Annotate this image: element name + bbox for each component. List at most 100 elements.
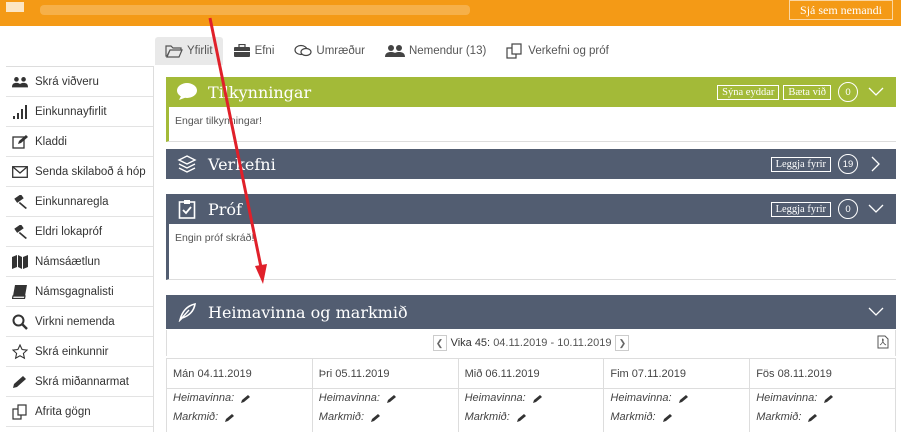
- star-icon: [12, 343, 28, 360]
- goal-row: Markmið:: [459, 408, 604, 427]
- users-icon: [384, 45, 405, 57]
- tab-label: Yfirlit: [187, 45, 213, 57]
- assignments-panel-header[interactable]: Verkefni Leggja fyrir 19: [166, 149, 896, 179]
- show-deleted-button[interactable]: Sýna eyddar: [717, 84, 780, 100]
- sidebar-item-label: Senda skilaboð á hóp: [35, 165, 146, 178]
- goal-row: Markmið:: [604, 408, 749, 427]
- sidebar-item-older-finals[interactable]: Eldri lokapróf: [6, 217, 153, 247]
- count-badge: 19: [838, 154, 858, 174]
- sidebar-item-label: Einkunnaregla: [35, 195, 109, 208]
- copy-icon: [12, 403, 28, 420]
- add-announcement-button[interactable]: Bæta við: [783, 84, 831, 100]
- chevron-down-icon[interactable]: [868, 201, 884, 217]
- sidebar-item-copy-data[interactable]: Afrita gögn: [6, 397, 153, 427]
- copy-icon: [506, 43, 522, 59]
- homework-row: Heimavinna:: [167, 389, 312, 408]
- tab-label: Umræður: [316, 45, 365, 57]
- goal-label: Markmið:: [756, 411, 802, 423]
- logo[interactable]: [6, 2, 24, 12]
- sidebar-item-grade-overview[interactable]: Einkunnayfirlit: [6, 97, 153, 127]
- assign-button[interactable]: Leggja fyrir: [770, 201, 831, 217]
- sidebar-item-register[interactable]: Kladdi: [6, 127, 153, 157]
- top-bar: Sjá sem nemandi: [0, 0, 901, 26]
- next-week-button[interactable]: ❯: [615, 335, 630, 351]
- feather-icon: [176, 301, 198, 323]
- blurred-header-text: [40, 5, 470, 15]
- assign-button[interactable]: Leggja fyrir: [770, 156, 831, 172]
- bar-chart-icon: [12, 104, 28, 120]
- panel-title: Tilkynningar: [208, 82, 312, 102]
- sidebar-item-enter-grades[interactable]: Skrá einkunnir: [6, 337, 153, 367]
- announcements-panel-header: Tilkynningar Sýna eyddar Bæta við 0: [166, 77, 896, 107]
- previous-week-button[interactable]: ❮: [432, 335, 447, 351]
- sidebar-item-grading-rule[interactable]: Einkunnaregla: [6, 187, 153, 217]
- tab-material[interactable]: Efni: [223, 37, 285, 65]
- chevron-down-icon[interactable]: [868, 304, 884, 320]
- day-header: Mán 04.11.2019: [167, 359, 312, 389]
- exams-panel-header[interactable]: Próf Leggja fyrir 0: [166, 194, 896, 224]
- envelope-icon: [12, 164, 28, 180]
- book-icon: [12, 284, 28, 300]
- sidebar-item-student-activity[interactable]: Virkni nemenda: [6, 307, 153, 337]
- sidebar: Skrá viðveru Einkunnayfirlit Kladdi Send…: [6, 66, 154, 432]
- sidebar-item-label: Kladdi: [35, 135, 67, 148]
- announcements-panel-body: Engar tilkynningar!: [166, 107, 896, 142]
- pencil-icon[interactable]: [532, 394, 542, 404]
- homework-label: Heimavinna:: [173, 392, 235, 404]
- day-header: Fös 08.11.2019: [750, 359, 895, 389]
- goal-row: Markmið:: [167, 408, 312, 427]
- sidebar-item-label: Námsgagnalisti: [35, 285, 114, 298]
- map-icon: [12, 254, 28, 270]
- day-column: Fös 08.11.2019 Heimavinna: Markmið:: [750, 358, 896, 432]
- gavel-icon: [12, 224, 28, 240]
- chat-bubble-icon: [176, 81, 198, 103]
- pdf-icon[interactable]: [877, 335, 889, 352]
- day-header: Þri 05.11.2019: [312, 359, 458, 389]
- week-range: 04.11.2019 - 10.11.2019: [493, 337, 612, 349]
- view-as-student-button[interactable]: Sjá sem nemandi: [789, 0, 893, 20]
- day-column: Mán 04.11.2019 Heimavinna: Markmið:: [167, 358, 313, 432]
- sidebar-item-attendance[interactable]: Skrá viðveru: [6, 67, 153, 97]
- homework-row: Heimavinna:: [313, 389, 458, 408]
- day-column: Fim 07.11.2019 Heimavinna: Markmið:: [604, 358, 751, 432]
- pencil-icon[interactable]: [240, 394, 251, 404]
- sidebar-item-label: Virkni nemenda: [35, 315, 115, 328]
- goal-label: Markmið:: [318, 411, 365, 423]
- tab-overview[interactable]: Yfirlit: [155, 37, 223, 65]
- sidebar-item-materials-list[interactable]: Námsgagnalisti: [6, 277, 153, 307]
- pencil-icon[interactable]: [662, 413, 672, 423]
- homework-row: Heimavinna:: [750, 389, 895, 408]
- tab-students[interactable]: Nemendur (13): [375, 37, 496, 65]
- day-column: Mið 06.11.2019 Heimavinna: Markmið:: [458, 358, 605, 432]
- count-badge: 0: [838, 82, 858, 102]
- pencil-icon[interactable]: [224, 413, 235, 423]
- sidebar-item-send-message[interactable]: Senda skilaboð á hóp: [6, 157, 153, 187]
- sidebar-item-study-plan[interactable]: Námsáætlun: [6, 247, 153, 277]
- panel-title: Verkefni: [208, 154, 276, 174]
- homework-panel-header[interactable]: Heimavinna og markmið: [166, 295, 896, 329]
- tab-discussions[interactable]: Umræður: [284, 37, 375, 65]
- tab-assignments-exams[interactable]: Verkefni og próf: [496, 37, 619, 65]
- week-label: Vika 45:: [450, 337, 491, 349]
- homework-label: Heimavinna:: [610, 392, 672, 404]
- pencil-icon[interactable]: [386, 394, 396, 404]
- count-badge: 0: [838, 199, 858, 219]
- sidebar-item-midterm-assessment[interactable]: Skrá miðannarmat: [6, 367, 153, 397]
- goal-label: Markmið:: [464, 411, 510, 423]
- pencil-icon[interactable]: [678, 394, 688, 404]
- pencil-icon[interactable]: [370, 413, 381, 423]
- pencil-icon[interactable]: [516, 413, 526, 423]
- pencil-icon[interactable]: [823, 394, 834, 404]
- pencil-icon[interactable]: [807, 413, 818, 423]
- homework-label: Heimavinna:: [318, 392, 380, 404]
- panel-title: Heimavinna og markmið: [208, 302, 408, 322]
- exams-panel-body: Engin próf skráð!: [166, 224, 896, 280]
- goal-label: Markmið:: [173, 411, 219, 423]
- chat-icon: [294, 44, 312, 57]
- sidebar-item-label: Skrá einkunnir: [35, 345, 109, 358]
- day-header: Fim 07.11.2019: [604, 359, 750, 389]
- chevron-down-icon[interactable]: [868, 84, 884, 100]
- layers-icon: [176, 153, 198, 175]
- chevron-right-icon[interactable]: [868, 156, 884, 172]
- tab-label: Nemendur (13): [408, 45, 487, 57]
